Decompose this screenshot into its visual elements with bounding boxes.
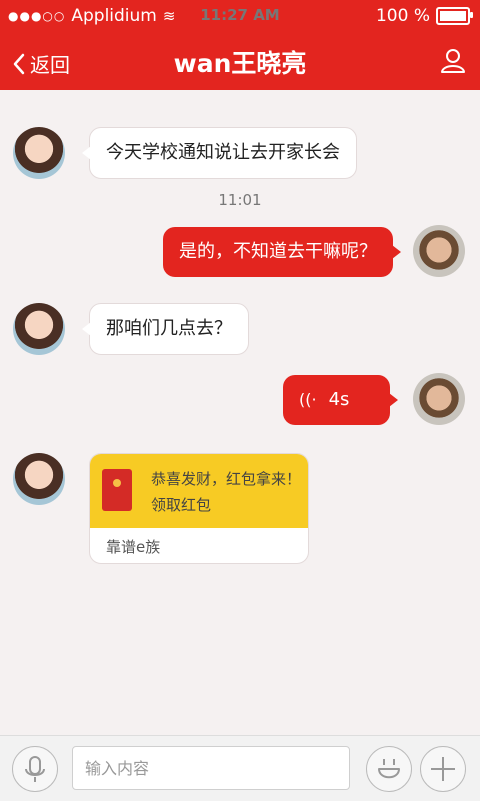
status-bar: ●●●○○ Applidium ≋ 11:27 AM 100 %: [0, 0, 480, 32]
voice-duration: 4s: [328, 389, 350, 410]
emoji-button[interactable]: [366, 746, 412, 792]
message-text: 是的，不知道去干嘛呢？: [179, 241, 377, 262]
message-text: 今天学校通知说让去开家长会: [106, 142, 340, 163]
red-packet-title: 恭喜发财，红包拿来！: [151, 470, 302, 488]
battery-icon: [436, 7, 473, 25]
avatar-contact[interactable]: [13, 303, 65, 355]
message-input[interactable]: [72, 746, 350, 790]
microphone-icon: [25, 756, 45, 782]
voice-input-button[interactable]: [12, 746, 58, 792]
avatar-self[interactable]: [413, 373, 465, 425]
chat-area: 今天学校通知说让去开家长会 11:01 是的，不知道去干嘛呢？ 那咱们几点去？ …: [0, 90, 480, 735]
chat-title: wan王晓亮: [173, 49, 307, 78]
red-packet-footer: 靠谱e族: [106, 538, 161, 556]
battery-percent: 100 %: [375, 6, 430, 26]
plus-icon: [431, 757, 455, 781]
more-button[interactable]: [420, 746, 466, 792]
red-envelope-icon: [102, 469, 132, 511]
message-text: 那咱们几点去？: [106, 318, 232, 339]
input-bar: [0, 735, 480, 801]
status-right: 100 %: [375, 6, 473, 26]
red-packet-card[interactable]: 恭喜发财，红包拿来！ 领取红包 靠谱e族: [89, 453, 309, 564]
message-bubble-incoming[interactable]: 今天学校通知说让去开家长会: [82, 127, 357, 179]
voice-message-bubble[interactable]: ((· 4s: [283, 375, 398, 425]
user-icon: [441, 49, 465, 73]
message-bubble-incoming[interactable]: 那咱们几点去？: [82, 303, 249, 355]
message-timestamp: 11:01: [218, 191, 262, 209]
profile-button[interactable]: [440, 48, 466, 78]
smile-icon: [378, 759, 400, 779]
nav-bar: 返回 wan王晓亮: [0, 32, 480, 90]
red-packet-action: 领取红包: [151, 496, 212, 514]
voice-wave-icon: ((·: [299, 390, 317, 409]
message-bubble-outgoing[interactable]: 是的，不知道去干嘛呢？: [163, 227, 401, 277]
red-packet-banner: 恭喜发财，红包拿来！ 领取红包: [90, 454, 308, 528]
avatar-contact[interactable]: [13, 127, 65, 179]
avatar-self[interactable]: [413, 225, 465, 277]
avatar-contact[interactable]: [13, 453, 65, 505]
